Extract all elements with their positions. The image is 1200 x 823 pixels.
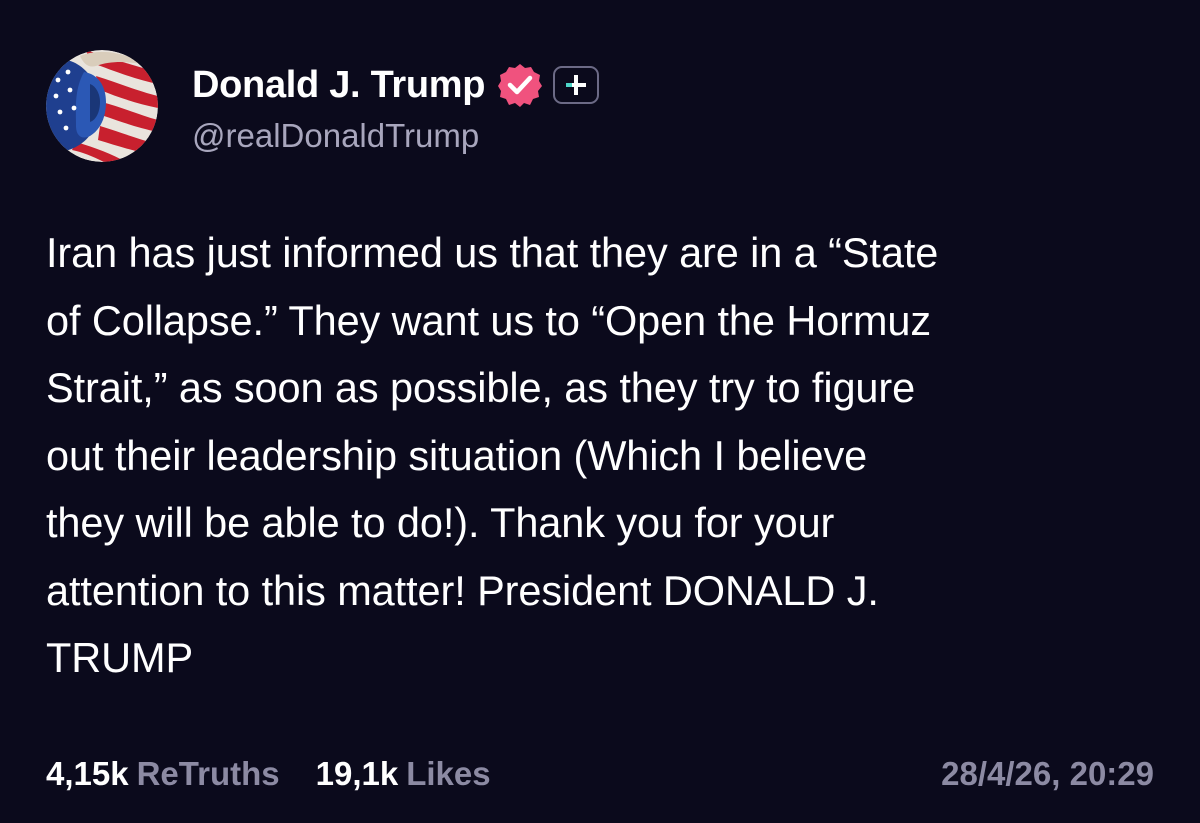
post-body-text: Iran has just informed us that they are … — [46, 229, 939, 681]
likes-stat[interactable]: 19,1k Likes — [316, 755, 491, 793]
retruths-label: ReTruths — [136, 755, 280, 792]
retruths-stat[interactable]: 4,15k ReTruths — [46, 755, 280, 793]
avatar[interactable] — [46, 50, 158, 162]
plus-badge-icon[interactable] — [553, 66, 600, 104]
post-timestamp: 28/4/26, 20:29 — [941, 755, 1154, 792]
likes-label: Likes — [406, 755, 491, 792]
truth-post: Donald J. Trump @realDonaldTrump Iran ha… — [0, 0, 1200, 823]
post-footer: 4,15k ReTruths 19,1k Likes 28/4/26, 20:2… — [46, 752, 1154, 796]
author-identity: Donald J. Trump @realDonaldTrump — [192, 57, 600, 155]
retruths-count: 4,15k — [46, 755, 129, 792]
author-handle[interactable]: @realDonaldTrump — [192, 117, 599, 155]
likes-count: 19,1k — [315, 755, 399, 792]
name-row: Donald J. Trump — [192, 57, 600, 113]
author-display-name[interactable]: Donald J. Trump — [192, 64, 486, 107]
flag-face-avatar — [46, 50, 158, 162]
post-header: Donald J. Trump @realDonaldTrump — [46, 48, 600, 164]
verified-badge-icon — [497, 62, 543, 108]
